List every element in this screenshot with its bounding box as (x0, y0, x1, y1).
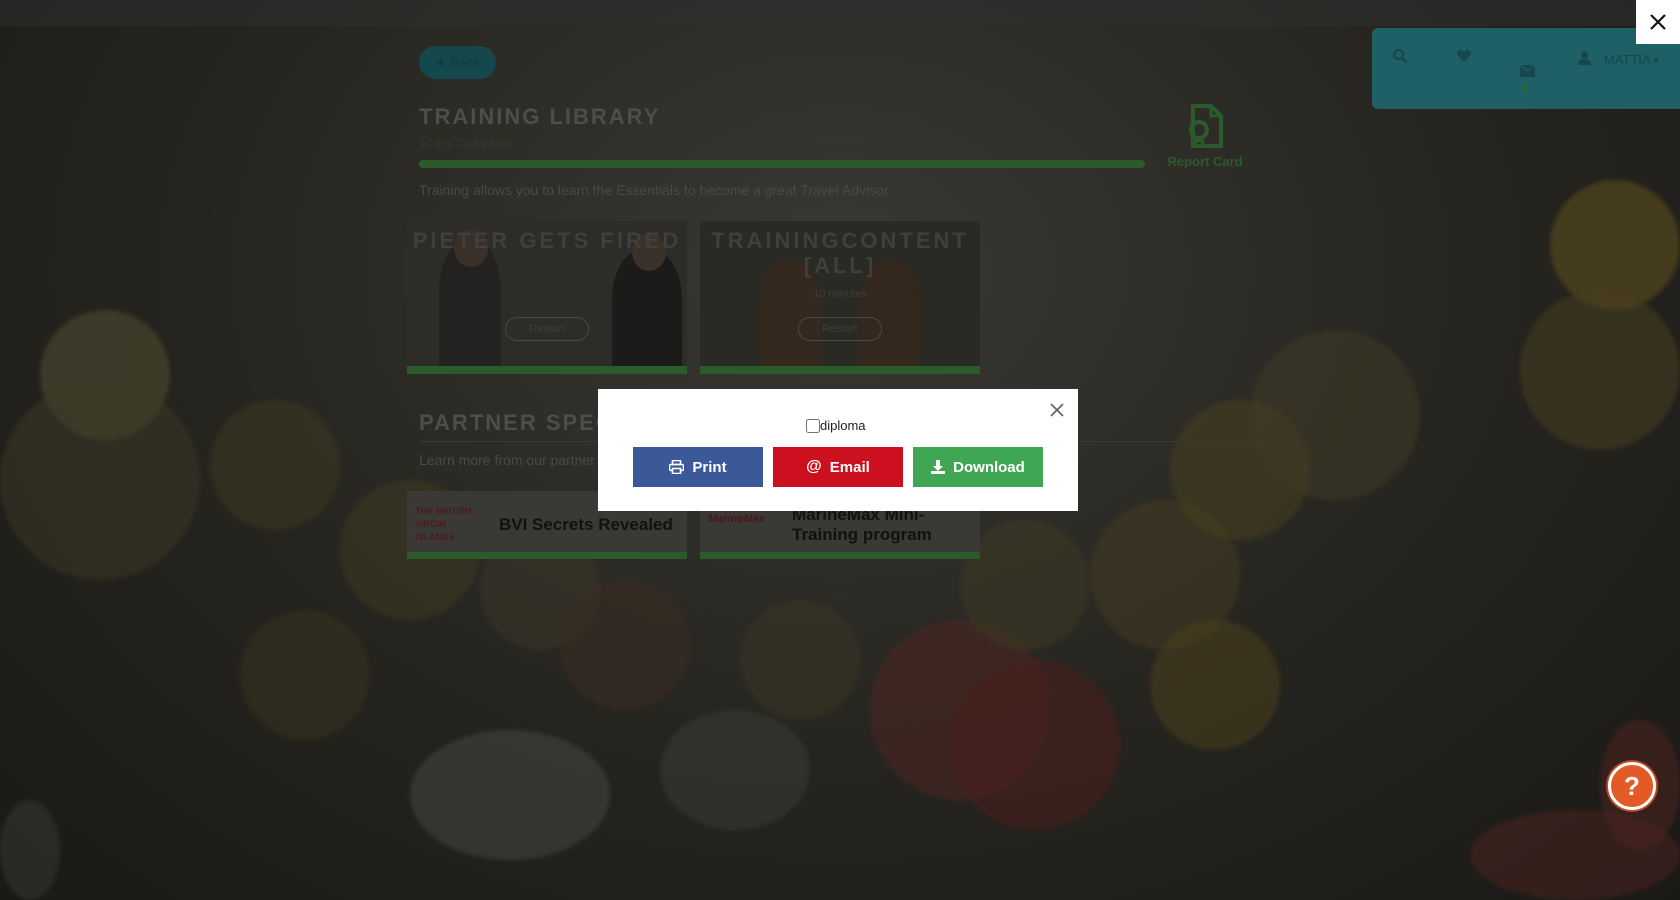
partner-card-label: BVI Secrets Revealed (499, 515, 673, 534)
diploma-label: diploma (820, 418, 866, 433)
card-progress-bar (700, 366, 980, 374)
certificate-icon (1189, 104, 1223, 148)
card-progress-bar (407, 552, 687, 559)
progress-bar (419, 160, 1145, 168)
report-card-button[interactable]: Report Card (1160, 104, 1250, 169)
download-label: Download (953, 458, 1025, 476)
diploma-checkbox-row[interactable]: diploma (806, 418, 866, 433)
training-description: Training allows you to learn the Essenti… (419, 182, 892, 198)
bvi-logo: THE BRITISH VIRGIN ISLANDS (415, 506, 472, 542)
help-icon: ? (1624, 770, 1640, 801)
marinemax-logo: MarineMax (708, 513, 765, 525)
caret-left-icon: ◀ (435, 57, 443, 68)
print-button[interactable]: Print (633, 447, 763, 487)
restart-button[interactable]: Restart (505, 317, 589, 341)
email-label: Email (829, 458, 870, 476)
diploma-checkbox[interactable] (806, 418, 820, 433)
restart-button[interactable]: Restart (798, 317, 882, 341)
back-button[interactable]: ◀ Back (419, 46, 496, 79)
back-label: Back (450, 55, 480, 70)
partner-card-label: MarineMax Mini-Training program (792, 505, 932, 544)
help-button[interactable]: ? (1608, 762, 1656, 810)
training-card[interactable]: PIETER GETS FIRED Restart (407, 221, 687, 374)
card-title: TRAININGCONTENT [ALL] (711, 228, 969, 278)
progress-label: 100% Complete (419, 136, 512, 151)
close-icon[interactable] (1046, 399, 1068, 421)
close-icon (1650, 14, 1666, 30)
at-sign-icon: @ (806, 458, 822, 475)
print-label: Print (692, 458, 727, 476)
download-button[interactable]: Download (913, 447, 1043, 487)
printer-icon (669, 460, 685, 474)
progress-fill (419, 160, 1145, 168)
card-duration: 10 minutes (813, 288, 867, 300)
card-progress-bar (700, 552, 980, 559)
page-title: TRAINING LIBRARY (419, 104, 661, 129)
partner-section-title: PARTNER SPEC (419, 410, 614, 435)
card-title: PIETER GETS FIRED (412, 228, 682, 253)
overlay-close-button[interactable] (1636, 0, 1680, 44)
partner-description: Learn more from our partner (419, 452, 595, 468)
report-card-label: Report Card (1167, 154, 1243, 169)
email-button[interactable]: @ Email (773, 447, 903, 487)
training-card[interactable]: TRAININGCONTENT [ALL] 10 minutes Restart (700, 221, 980, 374)
download-icon (931, 460, 946, 474)
card-progress-bar (407, 366, 687, 374)
diploma-modal: diploma Print @ Email Download (598, 389, 1078, 511)
